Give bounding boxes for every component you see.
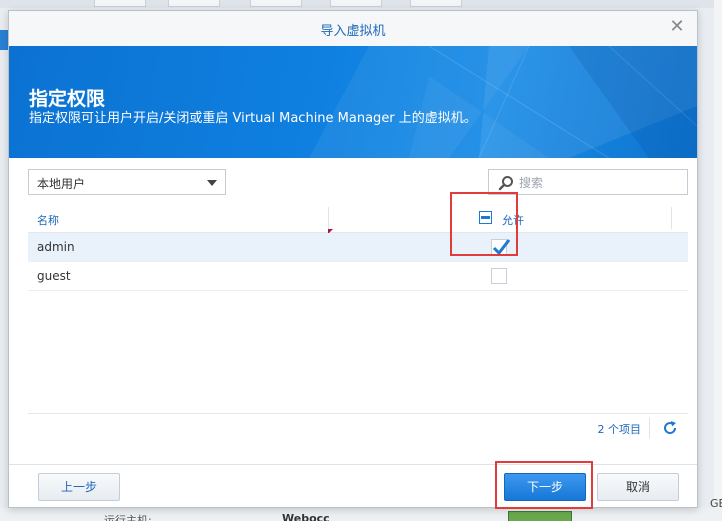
footer-separator xyxy=(649,418,650,438)
footer-divider xyxy=(9,464,697,465)
select-all-allow-checkbox[interactable] xyxy=(479,211,492,224)
allow-checkbox-guest[interactable] xyxy=(491,268,507,284)
chevron-down-icon xyxy=(207,180,217,186)
permission-grid: 名称 允许 admin guest xyxy=(28,205,688,415)
background-label: 运行主机: xyxy=(104,514,152,521)
background-selection-strip xyxy=(0,30,8,50)
close-icon[interactable]: ✕ xyxy=(667,17,687,37)
background-tab xyxy=(94,0,146,7)
background-tab xyxy=(410,0,462,7)
search-box[interactable] xyxy=(488,169,688,195)
grid-footer: 2 个项目 xyxy=(28,413,688,442)
user-name-cell: guest xyxy=(37,269,71,283)
column-separator[interactable] xyxy=(671,207,672,229)
background-tab xyxy=(330,0,382,7)
prev-step-button[interactable]: 上一步 xyxy=(38,473,120,501)
wizard-banner: 指定权限 指定权限可让用户开启/关闭或重启 Virtual Machine Ma… xyxy=(9,46,697,158)
background-value: Webocc xyxy=(282,512,330,521)
background-toolbar xyxy=(0,0,722,8)
background-tab xyxy=(250,0,302,7)
check-icon xyxy=(492,239,511,256)
allow-checkbox-admin[interactable] xyxy=(491,239,511,256)
user-type-selected-value: 本地用户 xyxy=(37,177,86,191)
banner-subtitle: 指定权限可让用户开启/关闭或重启 Virtual Machine Manager… xyxy=(29,111,477,126)
banner-decoration xyxy=(309,46,697,158)
user-type-select[interactable]: 本地用户 xyxy=(28,169,226,195)
search-icon xyxy=(498,176,513,191)
column-header-allow[interactable]: 允许 xyxy=(502,212,524,228)
column-separator[interactable] xyxy=(328,207,329,229)
refresh-icon[interactable] xyxy=(662,420,678,436)
background-tab xyxy=(168,0,220,7)
search-input[interactable] xyxy=(517,173,681,193)
dialog-titlebar[interactable]: 导入虚拟机 ✕ xyxy=(9,11,697,47)
background-chip-image xyxy=(508,511,572,521)
table-row[interactable]: admin xyxy=(28,233,688,262)
dialog-title: 导入虚拟机 xyxy=(320,24,386,39)
cancel-button[interactable]: 取消 xyxy=(597,473,679,501)
background-right-panel xyxy=(714,0,722,521)
column-header-name[interactable]: 名称 xyxy=(37,212,59,228)
grid-header: 名称 允许 xyxy=(28,205,688,234)
item-count: 2 个项目 xyxy=(597,423,642,436)
table-row[interactable]: guest xyxy=(28,262,688,291)
next-step-button[interactable]: 下一步 xyxy=(504,473,586,501)
background-bottom-panel: 运行主机: Webocc xyxy=(0,508,722,521)
user-name-cell: admin xyxy=(37,240,75,254)
